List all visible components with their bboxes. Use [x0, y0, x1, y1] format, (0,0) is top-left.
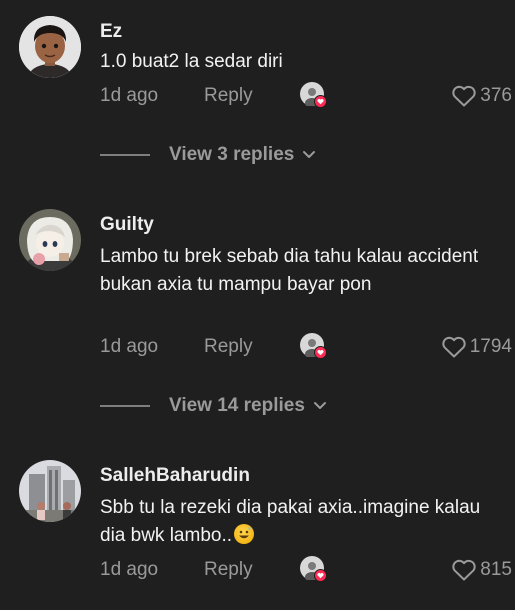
username[interactable]: Ez	[100, 21, 122, 43]
comment-meta: 1d ago Reply 1794	[100, 332, 512, 362]
comment-text-body: Sbb tu la rezeki dia pakai axia..imagine…	[100, 497, 481, 546]
timestamp: 1d ago	[100, 336, 159, 357]
reply-button[interactable]: Reply	[204, 81, 253, 111]
view-replies-button[interactable]: View 3 replies	[100, 140, 316, 170]
avatar[interactable]	[19, 209, 81, 271]
view-replies-button[interactable]: View 14 replies	[100, 391, 327, 421]
creator-liked-avatar-icon	[300, 82, 327, 108]
heart-outline-icon	[442, 336, 466, 358]
heart-outline-icon	[452, 85, 476, 107]
divider	[100, 405, 150, 407]
username[interactable]: Guilty	[100, 214, 154, 236]
like-button[interactable]: 376	[451, 81, 512, 111]
chevron-down-icon	[313, 402, 326, 409]
heart-outline-icon	[452, 559, 476, 581]
like-count: 1794	[469, 336, 512, 357]
avatar[interactable]	[19, 16, 81, 78]
view-replies-label: View 3 replies	[169, 144, 295, 165]
sweat-smile-emoji-icon	[234, 524, 255, 544]
like-count: 376	[480, 85, 512, 106]
timestamp: 1d ago	[100, 85, 159, 106]
chevron-down-icon	[303, 151, 316, 158]
reply-button[interactable]: Reply	[204, 332, 253, 362]
like-count: 815	[480, 559, 512, 580]
like-button[interactable]: 1794	[441, 332, 512, 362]
comment-text: 1.0 buat2 la sedar diri	[100, 51, 283, 72]
username[interactable]: SallehBaharudin	[100, 465, 250, 487]
timestamp: 1d ago	[100, 559, 159, 580]
divider	[100, 154, 150, 156]
avatar[interactable]	[19, 460, 81, 522]
comment-meta: 1d ago Reply 376	[100, 81, 512, 111]
view-replies-label: View 14 replies	[169, 395, 305, 416]
creator-liked-avatar-icon	[300, 333, 327, 359]
creator-liked-avatar-icon	[300, 556, 327, 582]
comment-meta: 1d ago Reply 815	[100, 555, 512, 585]
like-button[interactable]: 815	[451, 555, 512, 585]
comment-text: Sbb tu la rezeki dia pakai axia..imagine…	[100, 494, 500, 550]
comment-text: Lambo tu brek sebab dia tahu kalau accid…	[100, 246, 479, 295]
reply-button[interactable]: Reply	[204, 555, 253, 585]
